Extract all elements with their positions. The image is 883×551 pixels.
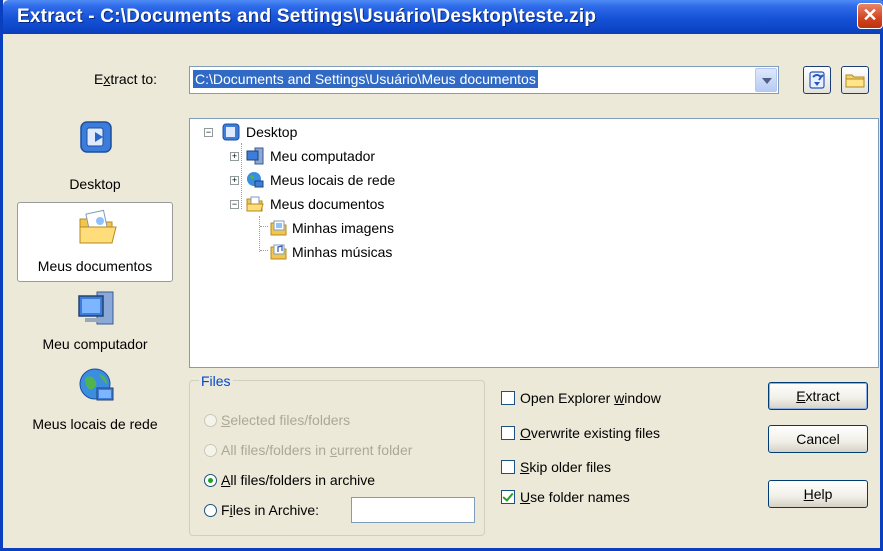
checkbox-open-explorer[interactable]: Open Explorer window bbox=[501, 390, 661, 406]
extract-button[interactable]: Extract bbox=[768, 382, 868, 410]
tree-item-label: Meus documentos bbox=[270, 196, 385, 212]
my-computer-icon bbox=[246, 147, 264, 165]
tree-connector bbox=[259, 216, 260, 252]
checkbox-label: Overwrite existing files bbox=[520, 425, 661, 441]
chevron-down-icon[interactable] bbox=[755, 68, 777, 92]
places-bar: Desktop Meus documentos Meu computador M… bbox=[17, 118, 175, 536]
extract-path-combobox[interactable]: C:\Documents and Settings\Usuário\Meus d… bbox=[189, 66, 779, 94]
checkbox-overwrite[interactable]: Overwrite existing files bbox=[501, 425, 660, 441]
extract-to-label: Extract to: bbox=[94, 71, 158, 87]
checkbox-label: Open Explorer window bbox=[520, 390, 661, 406]
help-button[interactable]: Help bbox=[768, 480, 868, 508]
checkbox-label: Skip older files bbox=[520, 459, 612, 475]
network-places-icon bbox=[79, 368, 114, 401]
my-documents-icon bbox=[79, 209, 117, 244]
close-button[interactable]: ✕ bbox=[857, 3, 883, 29]
checkbox[interactable] bbox=[501, 460, 515, 474]
refresh-arrow-icon bbox=[809, 71, 825, 89]
radio-selected-files[interactable]: Selected files/folders bbox=[204, 412, 350, 428]
network-places-icon bbox=[247, 172, 264, 188]
place-network[interactable]: Meus locais de rede bbox=[17, 364, 173, 444]
expand-icon[interactable]: + bbox=[230, 152, 239, 161]
extract-dialog: Extract - C:\Documents and Settings\Usuá… bbox=[0, 0, 883, 551]
tree-item-label: Minhas imagens bbox=[292, 220, 394, 236]
my-computer-icon bbox=[78, 291, 114, 325]
cancel-button[interactable]: Cancel bbox=[768, 425, 868, 453]
desktop-icon bbox=[222, 123, 240, 141]
radio-label: All files/folders in archive bbox=[221, 472, 376, 488]
new-folder-button[interactable] bbox=[841, 66, 869, 94]
tree-connector bbox=[241, 143, 242, 209]
radio-button[interactable] bbox=[204, 444, 217, 457]
place-label: Meu computador bbox=[42, 336, 148, 352]
folder-tree[interactable]: − Desktop + Meu computador + Meus locais… bbox=[189, 118, 879, 368]
place-my-computer[interactable]: Meu computador bbox=[17, 286, 173, 366]
music-folder-icon bbox=[270, 244, 287, 260]
radio-label: Files in Archive: bbox=[221, 502, 320, 518]
extract-path-value[interactable]: C:\Documents and Settings\Usuário\Meus d… bbox=[193, 70, 538, 88]
radio-current-folder[interactable]: All files/folders in current folder bbox=[204, 442, 412, 458]
pictures-folder-icon bbox=[270, 220, 287, 236]
tree-connector bbox=[260, 226, 268, 227]
checkbox[interactable] bbox=[501, 426, 515, 440]
radio-button[interactable] bbox=[204, 474, 217, 487]
radio-files-in-archive[interactable]: Files in Archive: bbox=[204, 502, 319, 518]
folder-open-icon bbox=[246, 196, 264, 212]
radio-label: All files/folders in current folder bbox=[221, 442, 413, 458]
collapse-icon[interactable]: − bbox=[230, 200, 239, 209]
browse-back-button[interactable] bbox=[803, 66, 831, 94]
place-label: Desktop bbox=[69, 176, 121, 192]
checkbox[interactable] bbox=[501, 391, 515, 405]
place-desktop[interactable]: Desktop bbox=[17, 118, 173, 198]
radio-all-files[interactable]: All files/folders in archive bbox=[204, 472, 375, 488]
tree-connector bbox=[260, 250, 268, 251]
checkbox-use-folder-names[interactable]: Use folder names bbox=[501, 489, 630, 505]
place-my-documents[interactable]: Meus documentos bbox=[17, 202, 173, 282]
tree-item-label: Meus locais de rede bbox=[270, 172, 396, 188]
checkbox[interactable] bbox=[501, 490, 515, 504]
checkbox-skip-older[interactable]: Skip older files bbox=[501, 459, 611, 475]
folder-icon bbox=[845, 74, 865, 88]
tree-item-label: Meu computador bbox=[270, 148, 376, 164]
files-in-archive-input[interactable] bbox=[351, 497, 475, 523]
tree-item-label: Desktop bbox=[246, 124, 298, 140]
place-label: Meus locais de rede bbox=[32, 416, 158, 432]
radio-button[interactable] bbox=[204, 504, 217, 517]
radio-button[interactable] bbox=[204, 414, 217, 427]
tree-item-label: Minhas músicas bbox=[292, 244, 393, 260]
desktop-icon bbox=[80, 121, 112, 153]
checkbox-label: Use folder names bbox=[520, 489, 630, 505]
expand-icon[interactable]: + bbox=[230, 176, 239, 185]
place-label: Meus documentos bbox=[37, 258, 153, 274]
window-title: Extract - C:\Documents and Settings\Usuá… bbox=[17, 6, 597, 27]
title-bar[interactable]: Extract - C:\Documents and Settings\Usuá… bbox=[3, 0, 883, 34]
radio-label: Selected files/folders bbox=[221, 412, 351, 428]
files-group-title: Files bbox=[199, 373, 233, 389]
collapse-icon[interactable]: − bbox=[204, 128, 213, 137]
